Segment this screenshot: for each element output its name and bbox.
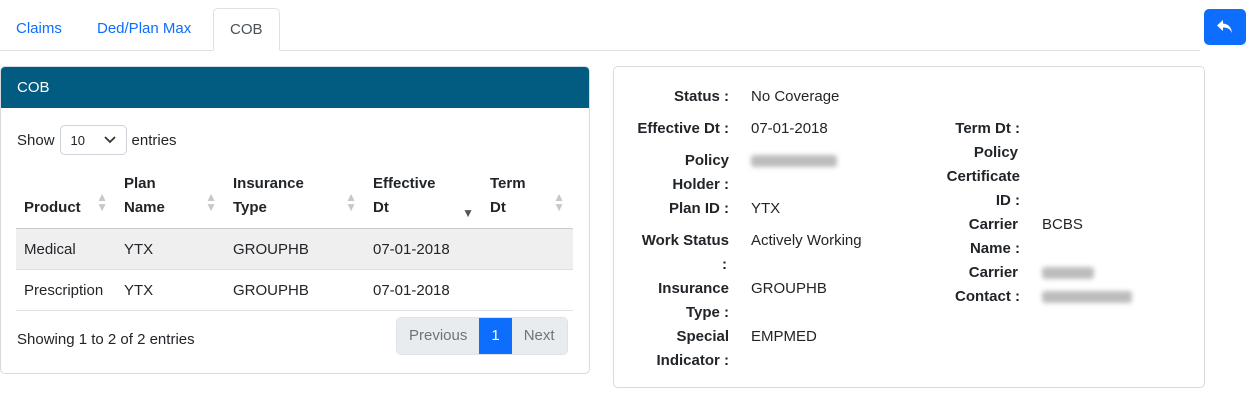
page-size-control: Show 10 entries — [17, 125, 177, 155]
cell-insurance-type: GROUPHB — [225, 228, 365, 270]
status-value: No Coverage — [751, 88, 840, 105]
back-button[interactable] — [1204, 9, 1246, 45]
label-line: Contact : — [955, 288, 1020, 305]
policy-holder-value-redacted — [751, 155, 837, 167]
table-info: Showing 1 to 2 of 2 entries — [17, 331, 195, 348]
column-label: Term Dt — [490, 175, 526, 216]
effective-dt-value: 07-01-2018 — [751, 120, 828, 137]
chevron-down-icon — [103, 136, 116, 144]
label-line: Work Status — [641, 232, 729, 249]
column-label: Effective Dt — [373, 175, 436, 216]
cell-product: Prescription — [16, 269, 116, 311]
term-dt-label: Term Dt : — [955, 120, 1020, 137]
carrier-contact-line1-redacted — [1042, 267, 1094, 279]
label-line: Certificate — [946, 168, 1020, 185]
cell-term-dt — [482, 228, 573, 270]
tab-cob[interactable]: COB — [213, 8, 280, 51]
label-line: Carrier — [968, 264, 1018, 281]
page-size-value: 10 — [70, 132, 85, 148]
reply-icon — [1217, 20, 1232, 33]
status-label: Status : — [673, 88, 729, 105]
sort-icon: ▲ ▼ — [345, 190, 357, 214]
effective-dt-label: Effective Dt : — [637, 120, 729, 137]
cell-effective-dt: 07-01-2018 — [365, 228, 482, 270]
table-row[interactable]: Medical YTX GROUPHB 07-01-2018 — [16, 228, 573, 270]
tab-bar: Claims Ded/Plan Max COB — [0, 0, 1200, 51]
label-line: Special — [676, 328, 729, 345]
carrier-name-label: Carrier Name : — [894, 213, 1020, 261]
sort-icon: ▲ ▼ — [205, 190, 217, 214]
cell-plan-name: YTX — [116, 269, 225, 311]
table-row[interactable]: Prescription YTX GROUPHB 07-01-2018 — [16, 269, 573, 311]
column-header-product[interactable]: Product ▲ ▼ — [16, 167, 116, 229]
label-line: Holder : — [672, 176, 729, 193]
cell-plan-name: YTX — [116, 228, 225, 270]
cob-details-card: Status : No Coverage Effective Dt : 07-0… — [613, 66, 1205, 388]
column-header-term-dt[interactable]: Term Dt ▲ ▼ — [482, 167, 573, 229]
work-status-value: Actively Working — [751, 232, 862, 249]
label-line: Type : — [685, 304, 729, 321]
policy-holder-label: Policy Holder : — [614, 149, 729, 197]
column-label: Product — [24, 199, 81, 216]
table-header-row: Product ▲ ▼ Plan Name ▲ ▼ Insurance Type ▲… — [16, 167, 573, 229]
column-header-insurance-type[interactable]: Insurance Type ▲ ▼ — [225, 167, 365, 229]
cell-insurance-type: GROUPHB — [225, 269, 365, 311]
cell-product: Medical — [16, 228, 116, 270]
work-status-label: Work Status : — [614, 229, 729, 277]
policy-certificate-id-label: Policy Certificate ID : — [894, 141, 1020, 213]
label-line: Policy — [684, 152, 729, 169]
column-label: Plan Name — [124, 175, 165, 216]
plan-id-label: Plan ID : — [668, 200, 729, 217]
label-line: ID : — [995, 192, 1020, 209]
sort-desc-icon: ▼ — [462, 206, 474, 220]
cell-effective-dt: 07-01-2018 — [365, 269, 482, 311]
column-label: Insurance Type — [233, 175, 304, 216]
label-line: Insurance — [658, 280, 729, 297]
sort-icon: ▲ ▼ — [553, 190, 565, 214]
page-button-current[interactable]: 1 — [479, 318, 512, 354]
cell-term-dt — [482, 269, 573, 311]
next-page-button[interactable]: Next — [511, 318, 567, 354]
insurance-type-value: GROUPHB — [751, 280, 827, 297]
previous-page-button[interactable]: Previous — [397, 318, 480, 354]
tab-ded-plan-max[interactable]: Ded/Plan Max — [81, 8, 207, 49]
label-line: Carrier — [968, 216, 1018, 233]
column-header-plan-name[interactable]: Plan Name ▲ ▼ — [116, 167, 225, 229]
page-size-select[interactable]: 10 — [59, 125, 127, 155]
column-header-effective-dt[interactable]: Effective Dt ▼ — [365, 167, 482, 229]
label-line: Policy — [973, 144, 1018, 161]
label-line: Indicator : — [656, 352, 729, 369]
special-indicator-value: EMPMED — [751, 328, 817, 345]
cob-card: COB Show 10 entries Product ▲ ▼ Plan Name… — [0, 66, 590, 374]
sort-icon: ▲ ▼ — [96, 190, 108, 214]
special-indicator-label: Special Indicator : — [614, 325, 729, 373]
cob-card-title: COB — [1, 67, 589, 108]
label-line: : — [722, 256, 727, 273]
label-line: Name : — [969, 240, 1020, 257]
show-label: Show — [17, 131, 55, 149]
cob-table: Product ▲ ▼ Plan Name ▲ ▼ Insurance Type ▲… — [16, 167, 573, 311]
carrier-contact-line2-redacted — [1042, 291, 1132, 303]
carrier-name-value: BCBS — [1042, 216, 1083, 233]
entries-label: entries — [131, 131, 177, 149]
plan-id-value: YTX — [751, 200, 781, 217]
insurance-type-label: Insurance Type : — [614, 277, 729, 325]
pagination: Previous 1 Next — [396, 317, 568, 355]
carrier-contact-label: Carrier Contact : — [894, 261, 1020, 309]
tab-claims[interactable]: Claims — [0, 8, 78, 49]
